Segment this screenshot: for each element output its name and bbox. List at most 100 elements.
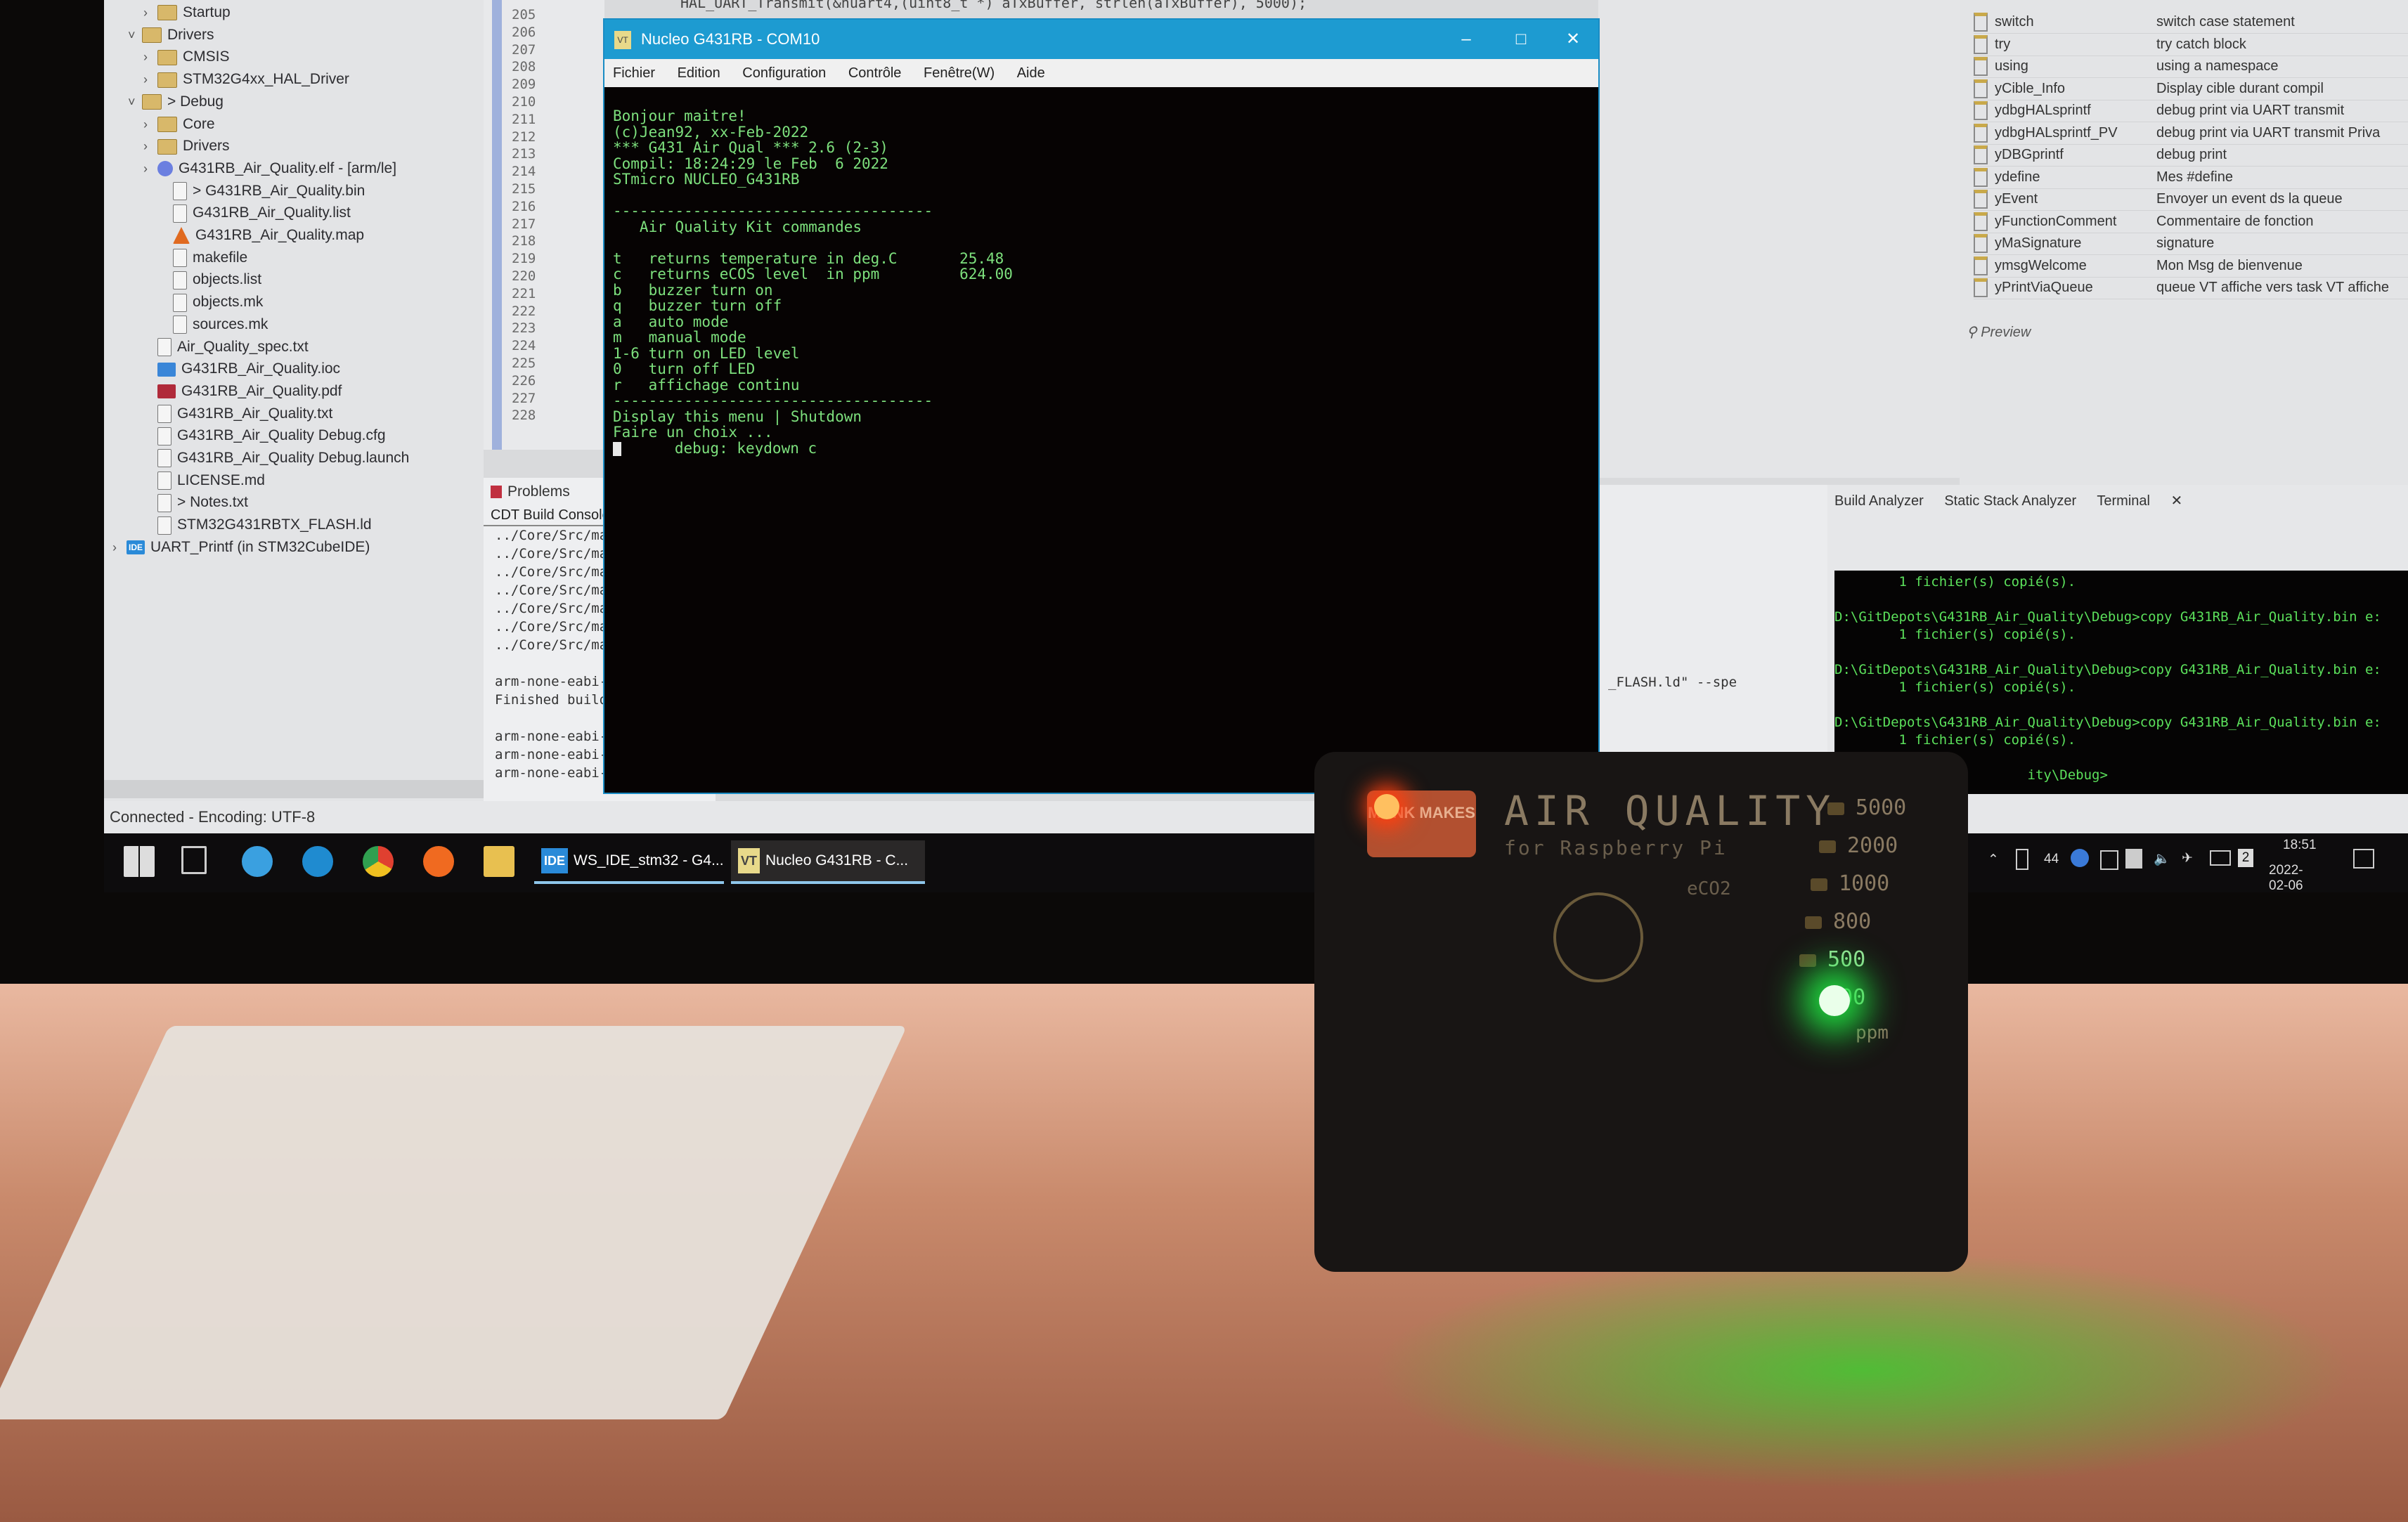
terminal-line: Faire un choix ... <box>613 424 773 441</box>
template-row[interactable]: using using a namespace <box>1974 56 2408 78</box>
start-icon[interactable] <box>124 846 155 877</box>
chevron-right-icon[interactable]: › <box>143 135 157 157</box>
teraterm-icon: VT <box>614 31 631 50</box>
serial-terminal-output[interactable]: Bonjour maitre! (c)Jean92, xx-Feb-2022 ***… <box>604 87 1598 793</box>
usb-icon[interactable] <box>2016 849 2028 870</box>
code-line[interactable]: HAL_UART_Transmit(&huart4,(uint8_t *) aT… <box>680 0 1307 11</box>
template-row[interactable]: ydbgHALsprintf_PV debug print via UART tr… <box>1974 122 2408 145</box>
onedrive-icon[interactable] <box>2071 849 2089 867</box>
explorer-scrollbar[interactable] <box>104 780 484 798</box>
tree-item[interactable]: G431RB_Air_Quality.list <box>159 202 351 224</box>
network-icon[interactable]: ✈ <box>2182 850 2193 866</box>
edge-icon[interactable] <box>302 846 333 877</box>
tray-temp[interactable]: 44 <box>2044 852 2059 867</box>
menu-configuration[interactable]: Configuration <box>742 65 826 81</box>
volume-muted-icon[interactable]: 🔈 <box>2154 850 2170 867</box>
template-row[interactable]: yEvent Envoyer un event ds la queue <box>1974 188 2408 211</box>
close-icon[interactable]: ✕ <box>2171 493 2183 509</box>
maximize-button[interactable]: □ <box>1496 20 1546 59</box>
line-number: 217 <box>512 216 536 232</box>
tree-item[interactable]: LICENSE.md <box>143 469 265 492</box>
tree-item[interactable]: Air_Quality_spec.txt <box>143 336 309 358</box>
template-row[interactable]: yCible_Info Display cible durant compil <box>1974 78 2408 100</box>
template-row[interactable]: yDBGprintf debug print <box>1974 144 2408 167</box>
tree-item[interactable]: STM32G431RBTX_FLASH.ld <box>143 514 372 536</box>
tree-item[interactable]: G431RB_Air_Quality.map <box>159 224 364 247</box>
chevron-right-icon[interactable]: › <box>143 113 157 136</box>
tree-item[interactable]: G431RB_Air_Quality Debug.launch <box>143 447 409 469</box>
template-row[interactable]: ydbgHALsprintf debug print via UART trans… <box>1974 100 2408 122</box>
tree-item[interactable]: > Notes.txt <box>143 491 248 514</box>
tree-item[interactable]: ˅ Drivers <box>128 24 214 46</box>
console-view <box>1598 485 1827 752</box>
tree-item[interactable]: sources.mk <box>159 313 268 336</box>
tablet-icon[interactable] <box>2125 849 2142 869</box>
battery-icon[interactable] <box>2210 850 2231 866</box>
action-center-icon[interactable] <box>2353 849 2374 869</box>
menu-aide[interactable]: Aide <box>1017 65 1045 81</box>
template-row[interactable]: ymsgWelcome Mon Msg de bienvenue <box>1974 255 2408 278</box>
template-row[interactable]: yFunctionComment Commentaire de fonction <box>1974 211 2408 233</box>
clock-time[interactable]: 18:51 <box>2283 838 2317 853</box>
tab-terminal[interactable]: Terminal <box>2097 493 2150 509</box>
tree-item[interactable]: ˅ > Debug <box>128 91 224 113</box>
tree-item[interactable]: › Startup <box>143 1 231 24</box>
tab-problems[interactable]: Problems <box>507 483 570 500</box>
tab-build-analyzer[interactable]: Build Analyzer <box>1834 493 1924 509</box>
tree-item[interactable]: > G431RB_Air_Quality.bin <box>159 180 365 202</box>
menu-controle[interactable]: Contrôle <box>848 65 902 81</box>
tree-item-label: STM32G4xx_HAL_Driver <box>183 71 349 88</box>
clock-date[interactable]: 2022-02-06 <box>2269 863 2303 894</box>
menu-edition[interactable]: Edition <box>678 65 720 81</box>
ide-icon: IDE <box>541 848 569 874</box>
display-icon[interactable] <box>2100 850 2118 870</box>
tree-item[interactable]: objects.list <box>159 268 261 291</box>
notification-count[interactable]: 2 <box>2238 849 2253 867</box>
tree-item[interactable]: › STM32G4xx_HAL_Driver <box>143 68 349 91</box>
task-view-icon[interactable] <box>181 846 207 874</box>
tree-item[interactable]: › IDE UART_Printf (in STM32CubeIDE) <box>112 536 370 559</box>
template-row[interactable]: yMaSignature signature <box>1974 233 2408 255</box>
menu-fenetre[interactable]: Fenêtre(W) <box>924 65 995 81</box>
file-explorer-icon[interactable] <box>484 846 514 877</box>
tree-item[interactable]: › G431RB_Air_Quality.elf - [arm/le] <box>143 157 396 180</box>
line-number: 206 <box>512 24 536 40</box>
chevron-down-icon[interactable]: ˅ <box>128 91 142 113</box>
tree-item[interactable]: › Core <box>143 113 215 136</box>
tree-item[interactable]: makefile <box>159 247 247 269</box>
template-row[interactable]: try try catch block <box>1974 34 2408 56</box>
tree-item[interactable]: G431RB_Air_Quality.ioc <box>143 358 340 380</box>
tree-item[interactable]: G431RB_Air_Quality.pdf <box>143 380 342 403</box>
preview-label[interactable]: ⚲ Preview <box>1967 323 2031 341</box>
close-button[interactable]: ✕ <box>1548 20 1598 59</box>
chevron-up-icon[interactable]: ⌃ <box>1988 852 1999 868</box>
template-row[interactable]: yPrintViaQueue queue VT affiche vers task… <box>1974 277 2408 299</box>
menu-fichier[interactable]: Fichier <box>613 65 655 81</box>
tree-item[interactable]: G431RB_Air_Quality Debug.cfg <box>143 424 386 447</box>
tree-item[interactable]: › CMSIS <box>143 46 230 68</box>
chevron-right-icon[interactable]: › <box>143 157 157 180</box>
templates-view: switch switch case statement try try catch … <box>1960 0 2408 485</box>
chrome-icon[interactable] <box>363 846 394 877</box>
tree-item[interactable]: objects.mk <box>159 291 263 313</box>
binary-icon <box>157 161 173 177</box>
taskbar-app-ide[interactable]: IDE WS_IDE_stm32 - G4... <box>534 840 724 884</box>
chevron-right-icon[interactable]: › <box>143 68 157 91</box>
tab-static-stack-analyzer[interactable]: Static Stack Analyzer <box>1944 493 2076 509</box>
chevron-right-icon[interactable]: › <box>112 536 127 559</box>
template-icon <box>1974 101 1988 121</box>
terminal-view-line: 1 fichier(s) copié(s). <box>1834 732 2076 748</box>
chevron-right-icon[interactable]: › <box>143 1 157 24</box>
tree-item[interactable]: › Drivers <box>143 135 230 157</box>
firefox-icon[interactable] <box>423 846 454 877</box>
chevron-down-icon[interactable]: ˅ <box>128 24 142 46</box>
chevron-right-icon[interactable]: › <box>143 46 157 68</box>
window-titlebar[interactable]: VT Nucleo G431RB - COM10 – □ ✕ <box>604 20 1598 59</box>
internet-explorer-icon[interactable] <box>242 846 273 877</box>
template-row[interactable]: ydefine Mes #define <box>1974 167 2408 189</box>
tree-item[interactable]: G431RB_Air_Quality.txt <box>143 403 332 425</box>
minimize-button[interactable]: – <box>1441 20 1491 59</box>
template-icon <box>1974 190 1988 209</box>
taskbar-app-teraterm[interactable]: VT Nucleo G431RB - C... <box>731 840 925 884</box>
template-row[interactable]: switch switch case statement <box>1974 11 2408 34</box>
